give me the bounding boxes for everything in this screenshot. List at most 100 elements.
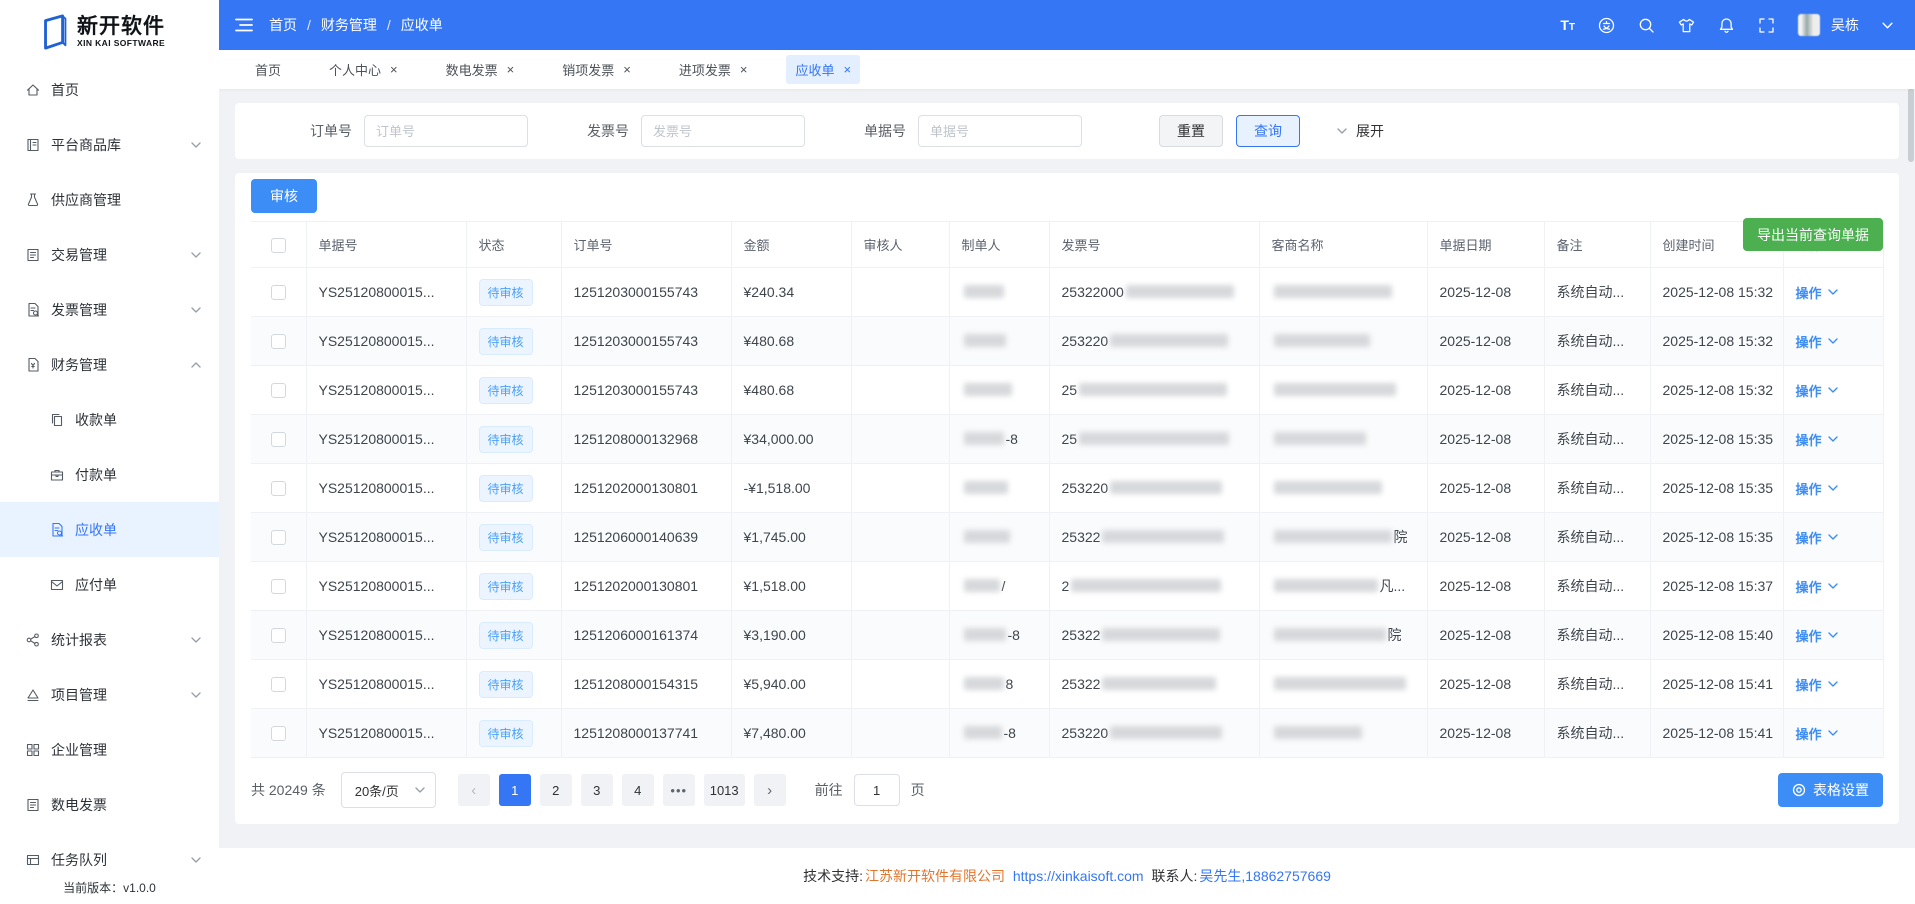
column-header-1: 单据号 bbox=[306, 222, 466, 268]
next-page-button[interactable]: › bbox=[754, 774, 786, 806]
avatar[interactable] bbox=[1798, 14, 1820, 36]
audit-button[interactable]: 审核 bbox=[251, 179, 317, 213]
row-checkbox[interactable] bbox=[271, 628, 286, 643]
search-icon[interactable] bbox=[1638, 17, 1655, 34]
sidebar-item-platform-products[interactable]: 平台商品库 bbox=[0, 117, 219, 172]
reset-button[interactable]: 重置 bbox=[1159, 115, 1223, 147]
tab-close-icon[interactable]: × bbox=[390, 63, 398, 76]
row-action-button[interactable]: 操作 bbox=[1796, 381, 1838, 400]
tab-close-icon[interactable]: × bbox=[623, 63, 631, 76]
page-1-button[interactable]: 1 bbox=[499, 774, 531, 806]
redacted-maker bbox=[964, 432, 1004, 445]
tab-home[interactable]: 首页 bbox=[246, 55, 290, 84]
row-action-button[interactable]: 操作 bbox=[1796, 675, 1838, 694]
notification-icon[interactable] bbox=[1718, 17, 1735, 34]
sidebar-item-finance-mgmt[interactable]: 财务管理 bbox=[0, 337, 219, 392]
sidebar-item-receipt-order[interactable]: 收款单 bbox=[0, 392, 219, 447]
home-icon bbox=[25, 82, 41, 98]
row-checkbox[interactable] bbox=[271, 432, 286, 447]
table-settings-button[interactable]: 表格设置 bbox=[1778, 773, 1883, 807]
page-size-select[interactable]: 20条/页 bbox=[341, 772, 436, 808]
user-menu-chevron-down-icon[interactable] bbox=[1882, 22, 1893, 29]
sidebar-item-payable-order[interactable]: 应付单 bbox=[0, 557, 219, 612]
sidebar-item-trade-mgmt[interactable]: 交易管理 bbox=[0, 227, 219, 282]
sidebar-item-stats-report[interactable]: 统计报表 bbox=[0, 612, 219, 667]
row-action-button[interactable]: 操作 bbox=[1796, 430, 1838, 449]
row-action-button[interactable]: 操作 bbox=[1796, 626, 1838, 645]
sidebar-item-enterprise-mgmt[interactable]: 企业管理 bbox=[0, 722, 219, 777]
goto-page-input[interactable] bbox=[854, 774, 900, 806]
tab-close-icon[interactable]: × bbox=[507, 63, 515, 76]
prev-page-button[interactable]: ‹ bbox=[458, 774, 490, 806]
more-pages-button[interactable]: ••• bbox=[663, 774, 695, 806]
row-checkbox[interactable] bbox=[271, 677, 286, 692]
page-1013-button[interactable]: 1013 bbox=[704, 774, 745, 806]
tab-digital-invoice[interactable]: 数电发票× bbox=[437, 55, 524, 84]
order-no-input[interactable] bbox=[364, 115, 528, 147]
status-badge: 待审核 bbox=[479, 328, 533, 355]
row-action-button[interactable]: 操作 bbox=[1796, 724, 1838, 743]
doc-no-field-group: 单据号 bbox=[864, 115, 1082, 147]
customer-cell bbox=[1259, 660, 1427, 709]
order-no-cell: 1251203000155743 bbox=[561, 366, 731, 415]
row-checkbox[interactable] bbox=[271, 334, 286, 349]
tab-receivable[interactable]: 应收单× bbox=[786, 55, 860, 84]
row-checkbox[interactable] bbox=[271, 579, 286, 594]
row-checkbox[interactable] bbox=[271, 481, 286, 496]
sidebar-item-payment-order[interactable]: 付款单 bbox=[0, 447, 219, 502]
tab-output-invoice[interactable]: 销项发票× bbox=[553, 55, 640, 84]
row-checkbox[interactable] bbox=[271, 530, 286, 545]
auditor-cell bbox=[851, 366, 949, 415]
invoice-no-input[interactable] bbox=[641, 115, 805, 147]
user-name[interactable]: 吴栋 bbox=[1831, 15, 1859, 35]
created-time-cell: 2025-12-08 15:32 bbox=[1650, 366, 1783, 415]
row-action-button[interactable]: 操作 bbox=[1796, 283, 1838, 302]
collapse-menu-icon[interactable] bbox=[235, 18, 253, 32]
page-size-value: 20条/页 bbox=[355, 781, 399, 800]
invoice-no-cell: 2 bbox=[1049, 562, 1259, 611]
row-action-button[interactable]: 操作 bbox=[1796, 528, 1838, 547]
sidebar-item-project-mgmt[interactable]: 项目管理 bbox=[0, 667, 219, 722]
sidebar-item-task-queue[interactable]: 任务队列 bbox=[0, 832, 219, 877]
sidebar-item-receivable-order[interactable]: 应收单 bbox=[0, 502, 219, 557]
row-checkbox[interactable] bbox=[271, 383, 286, 398]
tab-personal-center[interactable]: 个人中心× bbox=[320, 55, 407, 84]
tab-close-icon[interactable]: × bbox=[740, 63, 748, 76]
sidebar-item-supplier-mgmt[interactable]: 供应商管理 bbox=[0, 172, 219, 227]
amount-cell: ¥480.68 bbox=[731, 366, 851, 415]
content: 订单号 发票号 单据号 重置 查询 展开 bbox=[219, 89, 1915, 836]
row-action-button[interactable]: 操作 bbox=[1796, 479, 1838, 498]
doc-no-input[interactable] bbox=[918, 115, 1082, 147]
select-all-checkbox[interactable] bbox=[271, 238, 286, 253]
row-action-button[interactable]: 操作 bbox=[1796, 332, 1838, 351]
redacted-customer bbox=[1274, 628, 1386, 641]
page-3-button[interactable]: 3 bbox=[581, 774, 613, 806]
website-link[interactable]: https://xinkaisoft.com bbox=[1013, 868, 1144, 884]
page-2-button[interactable]: 2 bbox=[540, 774, 572, 806]
breadcrumb-finance[interactable]: 财务管理 bbox=[321, 15, 377, 35]
row-action-button[interactable]: 操作 bbox=[1796, 577, 1838, 596]
row-checkbox[interactable] bbox=[271, 285, 286, 300]
sidebar-item-home[interactable]: 首页 bbox=[0, 62, 219, 117]
breadcrumb-home[interactable]: 首页 bbox=[269, 15, 297, 35]
theme-icon[interactable] bbox=[1678, 17, 1695, 34]
font-size-icon[interactable]: TT bbox=[1560, 17, 1575, 33]
export-button[interactable]: 导出当前查询单据 bbox=[1743, 218, 1883, 251]
customer-cell: 院 bbox=[1259, 513, 1427, 562]
vertical-scrollbar[interactable] bbox=[1908, 88, 1914, 162]
row-checkbox[interactable] bbox=[271, 726, 286, 741]
order-no-label: 订单号 bbox=[310, 121, 352, 141]
language-icon[interactable] bbox=[1598, 17, 1615, 34]
created-time-cell: 2025-12-08 15:41 bbox=[1650, 709, 1783, 758]
query-button[interactable]: 查询 bbox=[1236, 115, 1300, 147]
action-cell: 操作 bbox=[1783, 415, 1883, 464]
expand-toggle[interactable]: 展开 bbox=[1337, 121, 1384, 141]
page-4-button[interactable]: 4 bbox=[622, 774, 654, 806]
tab-input-invoice[interactable]: 进项发票× bbox=[670, 55, 757, 84]
tab-close-icon[interactable]: × bbox=[843, 63, 851, 76]
sidebar-item-digital-invoice[interactable]: 数电发票 bbox=[0, 777, 219, 832]
fullscreen-icon[interactable] bbox=[1758, 17, 1775, 34]
doc-money-icon bbox=[25, 357, 41, 373]
sidebar-item-invoice-mgmt[interactable]: 发票管理 bbox=[0, 282, 219, 337]
redacted-invoice bbox=[1102, 677, 1216, 690]
